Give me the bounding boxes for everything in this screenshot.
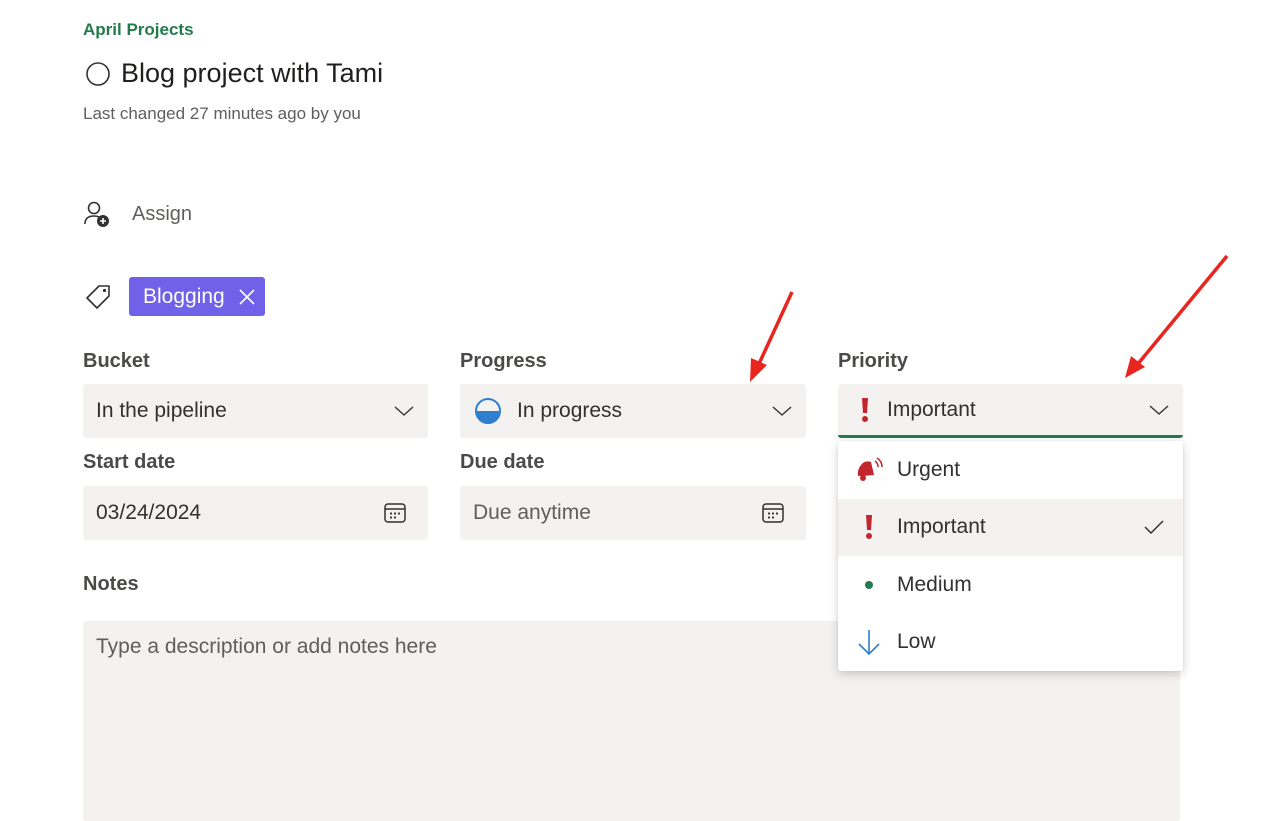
- low-label: Low: [897, 630, 936, 654]
- last-changed-text: Last changed 27 minutes ago by you: [83, 104, 361, 123]
- add-person-icon: [82, 199, 112, 229]
- priority-option-important[interactable]: Important: [838, 498, 1183, 556]
- due-date-field[interactable]: Due anytime: [460, 486, 806, 540]
- priority-option-medium[interactable]: Medium: [838, 556, 1183, 614]
- down-arrow-icon: [854, 628, 884, 656]
- calendar-icon[interactable]: [383, 501, 407, 525]
- in-progress-icon: [473, 396, 503, 426]
- start-date-value: 03/24/2024: [96, 501, 202, 524]
- chevron-down-icon: [1148, 403, 1170, 417]
- due-date-placeholder: Due anytime: [473, 501, 591, 524]
- assign-button[interactable]: Assign: [82, 199, 192, 229]
- notes-label: Notes: [83, 573, 139, 595]
- bucket-dropdown[interactable]: In the pipeline: [83, 384, 428, 438]
- bucket-label: Bucket: [83, 350, 150, 372]
- exclamation-icon: [854, 513, 884, 541]
- medium-label: Medium: [897, 572, 972, 596]
- notes-placeholder: Type a description or add notes here: [96, 635, 437, 658]
- chevron-down-icon: [771, 404, 793, 418]
- progress-value: In progress: [517, 399, 623, 422]
- priority-value: Important: [887, 397, 976, 421]
- urgent-bell-icon: [854, 456, 884, 484]
- bucket-value: In the pipeline: [96, 399, 227, 422]
- assign-label: Assign: [132, 202, 193, 225]
- close-icon[interactable]: [237, 287, 257, 307]
- priority-dropdown[interactable]: Important: [838, 384, 1183, 438]
- start-date-label: Start date: [83, 451, 176, 473]
- task-title[interactable]: Blog project with Tami: [121, 58, 383, 89]
- urgent-label: Urgent: [897, 457, 961, 481]
- due-date-label: Due date: [460, 451, 545, 473]
- progress-dropdown[interactable]: In progress: [460, 384, 806, 438]
- progress-label: Progress: [460, 350, 547, 372]
- checkmark-icon: [1143, 518, 1165, 536]
- complete-task-checkbox[interactable]: [85, 61, 111, 87]
- label-chip-blogging[interactable]: Blogging: [129, 277, 265, 316]
- chevron-down-icon: [393, 404, 415, 418]
- priority-label: Priority: [838, 350, 909, 372]
- priority-option-low[interactable]: Low: [838, 614, 1183, 672]
- tag-icon[interactable]: [84, 283, 112, 311]
- labels-row: Blogging: [84, 277, 265, 316]
- dot-icon: [854, 580, 884, 590]
- exclamation-icon: [859, 396, 871, 424]
- plan-name[interactable]: April Projects: [83, 20, 194, 40]
- label-chip-text: Blogging: [143, 284, 225, 308]
- priority-menu: Urgent Important Medium Low: [838, 441, 1183, 671]
- start-date-field[interactable]: 03/24/2024: [83, 486, 428, 540]
- priority-option-urgent[interactable]: Urgent: [838, 441, 1183, 499]
- calendar-icon[interactable]: [761, 501, 785, 525]
- important-label: Important: [897, 515, 986, 539]
- task-title-row: Blog project with Tami: [85, 58, 383, 89]
